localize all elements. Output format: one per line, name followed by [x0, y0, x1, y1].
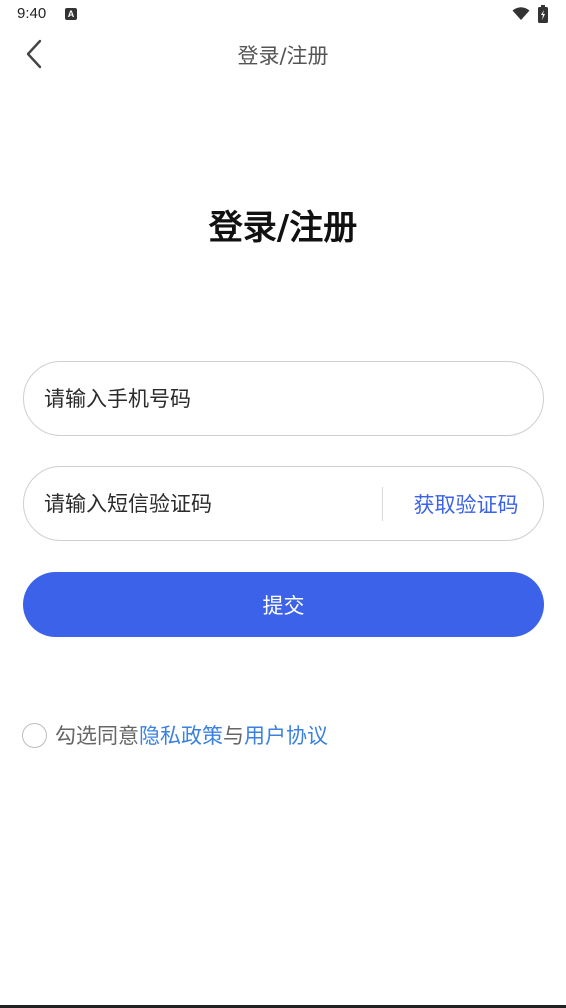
agreement-checkbox[interactable] [22, 722, 47, 748]
user-agreement-link[interactable]: 用户协议 [244, 720, 328, 750]
battery-charging-icon [538, 5, 548, 23]
agreement-prefix: 勾选同意 [55, 724, 139, 748]
status-bar: 9:40 A [0, 0, 566, 28]
agreement-row: 勾选同意 隐私政策 与 用户协议 [22, 720, 328, 750]
wifi-icon [512, 7, 530, 20]
nav-title: 登录/注册 [237, 44, 329, 68]
sms-code-input[interactable] [44, 467, 374, 540]
agreement-joiner: 与 [223, 724, 244, 748]
sms-code-field: 获取验证码 [23, 466, 544, 541]
notification-a-icon: A [65, 8, 77, 20]
get-code-button[interactable]: 获取验证码 [396, 467, 536, 540]
login-screen: 9:40 A 登录/注册 登录/注册 获取验证码 提交 勾选同 [0, 0, 566, 1008]
phone-field [23, 361, 544, 436]
field-divider [382, 487, 383, 521]
privacy-policy-link[interactable]: 隐私政策 [139, 720, 223, 750]
page-heading: 登录/注册 [208, 208, 358, 248]
status-time: 9:40 [17, 5, 47, 22]
nav-bar: 登录/注册 [0, 28, 566, 80]
phone-input[interactable] [44, 362, 524, 435]
submit-button[interactable]: 提交 [23, 572, 544, 637]
